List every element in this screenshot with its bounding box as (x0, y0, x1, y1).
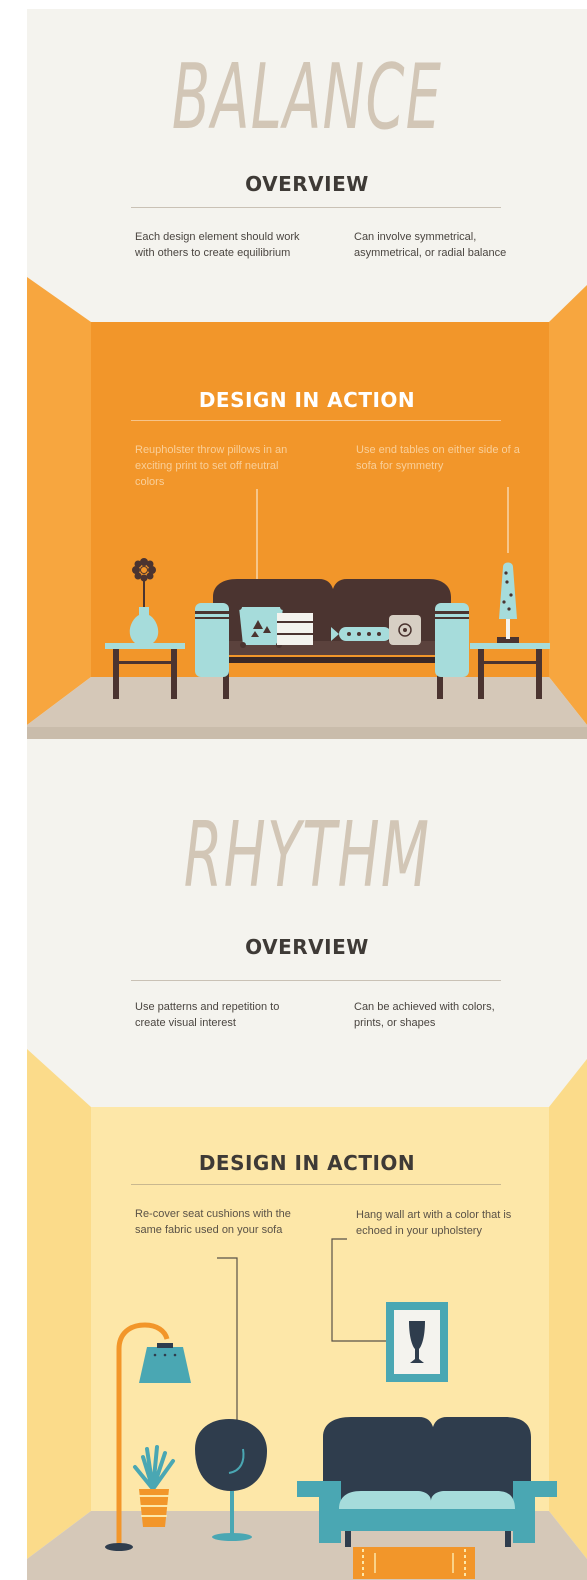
rhythm-room-illustration: DESIGN IN ACTION Re-cover seat cushions … (27, 1049, 587, 1580)
balance-overview-heading: OVERVIEW (245, 172, 369, 196)
balance-room-illustration: DESIGN IN ACTION Reupholster throw pillo… (27, 277, 587, 739)
rhythm-overview-heading: OVERVIEW (245, 935, 369, 959)
balance-floor-edge (27, 727, 587, 739)
rhythm-overview-left-text: Use patterns and repetition to create vi… (135, 1001, 280, 1029)
balance-action-divider (131, 420, 501, 421)
right-end-table-rail (484, 661, 536, 664)
square-pillow-icon (389, 615, 421, 645)
left-end-table-rail (119, 661, 171, 664)
balance-room-svg (27, 277, 587, 739)
striped-pillow-icon (277, 613, 313, 645)
balance-overview-right-text: Can involve symmetrical, asymmetrical, o… (354, 231, 507, 259)
rhythm-overview-divider (131, 980, 501, 981)
balance-callout-right: Use end tables on either side of a sofa … (356, 444, 520, 472)
rhythm-action-divider (131, 1184, 501, 1185)
balance-left-wall (27, 277, 91, 725)
rhythm-section: RHYTHM OVERVIEW Use patterns and repetit… (27, 739, 587, 1580)
bolster-pillow-icon (331, 627, 399, 641)
balance-overview-left-text: Each design element should work with oth… (135, 231, 300, 259)
rhythm-callout-left: Re-cover seat cushions with the same fab… (135, 1208, 291, 1236)
balance-overview-divider (131, 207, 501, 208)
balance-right-wall (549, 285, 587, 725)
right-end-table-top (470, 643, 550, 649)
rhythm-overview-right-text: Can be achieved with colors, prints, or … (354, 1001, 495, 1029)
right-end-table-leg (478, 649, 484, 699)
balance-title: BALANCE (171, 45, 443, 150)
left-end-table-leg (171, 649, 177, 699)
rhythm-callout-right: Hang wall art with a color that is echoe… (356, 1209, 512, 1237)
rhythm-title: RHYTHM (183, 803, 431, 908)
balance-action-heading: DESIGN IN ACTION (198, 388, 416, 412)
infographic-page: BALANCE OVERVIEW Each design element sho… (27, 9, 587, 1580)
balance-section: BALANCE OVERVIEW Each design element sho… (27, 9, 587, 739)
left-end-table-leg (113, 649, 119, 699)
rhythm-action-heading: DESIGN IN ACTION (198, 1151, 416, 1175)
wall-art-icon (386, 1302, 448, 1382)
rug-icon (353, 1547, 475, 1579)
left-end-table-top (105, 643, 185, 649)
rhythm-room-svg (27, 1049, 587, 1580)
flower-icon (132, 558, 156, 582)
balance-callout-left: Reupholster throw pillows in an exciting… (135, 444, 288, 488)
navy-sofa-icon (297, 1417, 557, 1547)
right-end-table-leg (536, 649, 542, 699)
rhythm-left-wall (27, 1049, 91, 1559)
